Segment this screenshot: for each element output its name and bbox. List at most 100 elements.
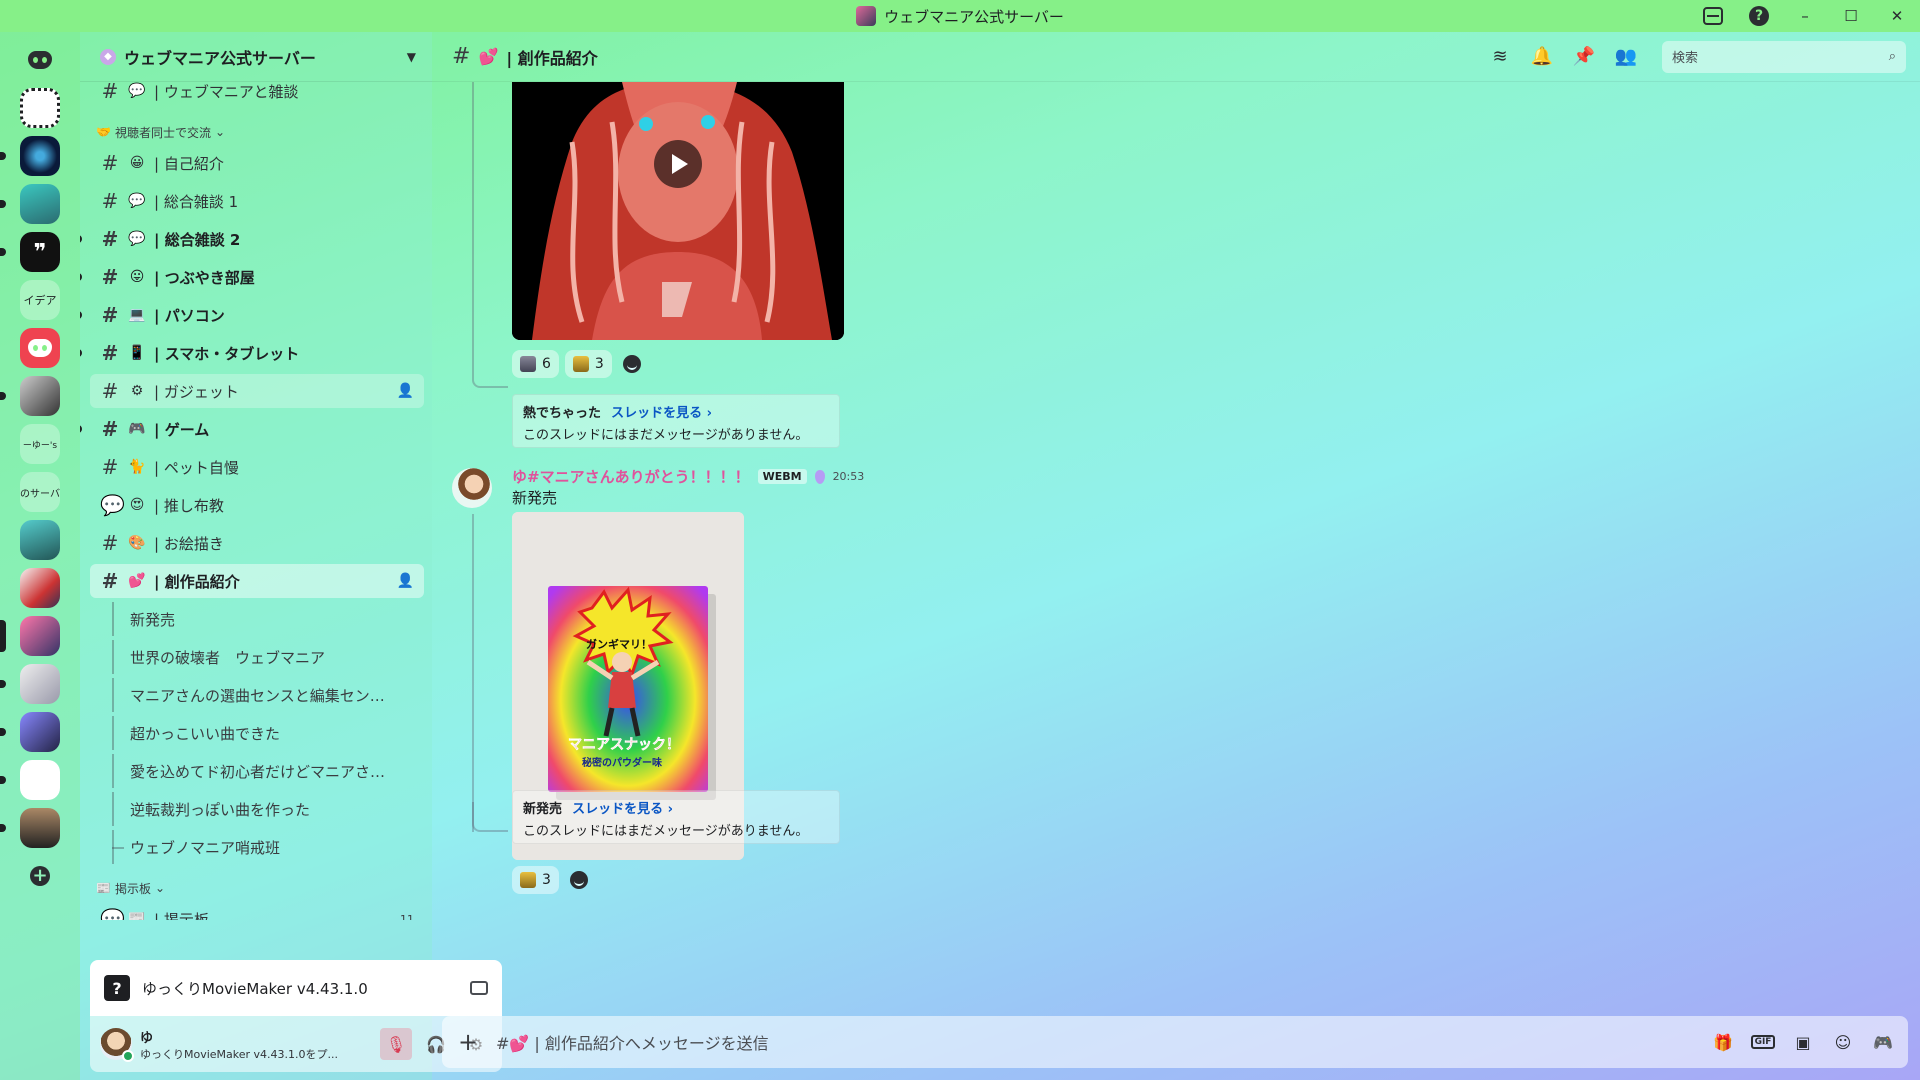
chevron-down-icon: ⌄ bbox=[214, 125, 226, 139]
reaction-emoji-icon bbox=[520, 872, 536, 888]
thread-preview[interactable]: 熱でちゃった スレッドを見る › このスレッドにはまだメッセージがありません。 bbox=[512, 394, 840, 448]
hash-icon: # bbox=[101, 569, 119, 593]
channel-emoji: 💕 bbox=[478, 47, 499, 66]
user-info[interactable]: ゆ ゆっくりMovieMaker v4.43.1.0をプ... bbox=[140, 1027, 372, 1062]
pin-icon[interactable]: 📌 bbox=[1572, 45, 1596, 69]
channel-emoji: 💻 bbox=[128, 307, 146, 323]
video-attachment[interactable] bbox=[512, 82, 844, 340]
reaction-chip[interactable]: 6 bbox=[512, 350, 559, 378]
message-input[interactable]: #💕 | 創作品紹介へメッセージを送信 bbox=[496, 1030, 1696, 1054]
reaction-chip[interactable]: 3 bbox=[564, 350, 612, 378]
add-server-button[interactable]: + bbox=[20, 856, 60, 896]
channel-list: # 💬 | ウェブマニアと雑談 🤝 視聴者同士で交流 ⌄ # 😀 | 自己紹介 … bbox=[80, 82, 432, 920]
channel-pc[interactable]: # 💻 | パソコン bbox=[80, 298, 424, 332]
server-icon-11[interactable] bbox=[20, 568, 60, 608]
bell-icon[interactable]: 🔔 bbox=[1530, 45, 1554, 69]
close-button[interactable]: ✕ bbox=[1874, 0, 1920, 32]
chat-header: # 💕 | 創作品紹介 ≋ 🔔 📌 👥 検索 ⌕ bbox=[432, 32, 1920, 82]
channel-creations[interactable]: # 💕 | 創作品紹介 👤 bbox=[90, 564, 424, 598]
channel-label: | スマホ・タブレット bbox=[154, 344, 300, 363]
server-icon-yuus[interactable]: ーゆー's bbox=[20, 424, 60, 464]
role-tag: WEBM bbox=[757, 469, 807, 484]
server-icon-3[interactable] bbox=[0, 184, 60, 224]
message-author[interactable]: ゆ#マニアさんありがとう！！！！ bbox=[512, 466, 750, 487]
play-button[interactable] bbox=[654, 140, 702, 188]
create-invite-icon[interactable]: 👤 bbox=[397, 573, 414, 589]
chevron-down-icon: ▼ bbox=[406, 49, 416, 64]
handshake-icon: 🤝 bbox=[96, 125, 111, 139]
thread-item[interactable]: 愛を込めてド初心者だけどマニアさ… bbox=[90, 754, 424, 788]
channel-game[interactable]: # 🎮 | ゲーム bbox=[80, 412, 424, 446]
avatar[interactable] bbox=[100, 1028, 134, 1062]
message-composer[interactable]: + #💕 | 創作品紹介へメッセージを送信 🎁 GIF ▣ ☺ 🎮 bbox=[442, 1016, 1908, 1068]
hash-icon: # bbox=[101, 265, 119, 289]
channel-bulletin-board[interactable]: 💬 📰 | 掲示板 11 bbox=[90, 902, 424, 920]
emoji-icon[interactable]: ☺ bbox=[1832, 1031, 1854, 1053]
server-icon-15[interactable] bbox=[0, 760, 60, 800]
channel-webmania-chat[interactable]: # 💬 | ウェブマニアと雑談 bbox=[90, 82, 424, 108]
server-icon-qr[interactable] bbox=[20, 88, 60, 128]
server-icon-16[interactable] bbox=[0, 808, 60, 848]
channel-gadget[interactable]: # ⚙ | ガジェット 👤 bbox=[90, 374, 424, 408]
add-reaction-button[interactable] bbox=[618, 350, 646, 378]
server-icon-2[interactable] bbox=[0, 136, 60, 176]
thread-preview[interactable]: 新発売 スレッドを見る › このスレッドにはまだメッセージがありません。 bbox=[512, 790, 840, 844]
server-icon-10[interactable] bbox=[20, 520, 60, 560]
server-icon-current[interactable] bbox=[0, 616, 60, 656]
add-reaction-button[interactable] bbox=[565, 866, 593, 894]
forum-icon: 💬 bbox=[100, 493, 125, 517]
channel-general-2[interactable]: # 💬 | 総合雑談 2 bbox=[80, 222, 424, 256]
hash-icon: # bbox=[101, 379, 119, 403]
server-icon-discord[interactable] bbox=[20, 328, 60, 368]
channel-pets[interactable]: # 🐈 | ペット自慢 bbox=[90, 450, 424, 484]
reaction-count: 3 bbox=[594, 356, 604, 372]
hash-icon: # bbox=[101, 455, 119, 479]
avatar[interactable] bbox=[452, 468, 492, 508]
create-invite-icon[interactable]: 👤 bbox=[397, 383, 414, 399]
gift-icon[interactable]: 🎁 bbox=[1712, 1031, 1734, 1053]
channel-general-1[interactable]: # 💬 | 総合雑談 1 bbox=[90, 184, 424, 218]
server-icon-idea[interactable]: イデア bbox=[20, 280, 60, 320]
channel-emoji: 📰 bbox=[128, 911, 146, 920]
discord-logo-icon bbox=[28, 51, 52, 69]
channel-tweets[interactable]: # 😛 | つぶやき部屋 bbox=[80, 260, 424, 294]
server-icon-no-server[interactable]: のサーバ bbox=[20, 472, 60, 512]
category-bulletin[interactable]: 📰 掲示板 ⌄ bbox=[90, 874, 424, 902]
channel-oshi[interactable]: 💬 😍 | 推し布教 bbox=[90, 488, 424, 522]
view-thread-link[interactable]: スレッドを見る › bbox=[611, 406, 712, 421]
activities-icon[interactable]: 🎮 bbox=[1872, 1031, 1894, 1053]
thread-item[interactable]: マニアさんの選曲センスと編集セン… bbox=[90, 678, 424, 712]
inbox-icon[interactable] bbox=[1690, 0, 1736, 32]
microphone-muted-icon[interactable]: 🎙 bbox=[380, 1028, 412, 1060]
thread-item[interactable]: ウェブノマニア哨戒班 bbox=[90, 830, 424, 864]
search-input[interactable]: 検索 ⌕ bbox=[1662, 40, 1906, 73]
server-icon-14[interactable] bbox=[0, 712, 60, 752]
category-viewer-exchange[interactable]: 🤝 視聴者同士で交流 ⌄ bbox=[90, 118, 424, 146]
member-list-icon[interactable]: 👥 bbox=[1614, 45, 1638, 69]
server-header[interactable]: ◆ ウェブマニア公式サーバー ▼ bbox=[80, 32, 432, 82]
server-icon-7[interactable] bbox=[0, 376, 60, 416]
sticker-icon[interactable]: ▣ bbox=[1792, 1031, 1814, 1053]
thread-item[interactable]: 超かっこいい曲できた bbox=[90, 716, 424, 750]
channel-label: | 自己紹介 bbox=[154, 154, 224, 173]
server-icon-13[interactable] bbox=[0, 664, 60, 704]
minimize-button[interactable]: – bbox=[1782, 0, 1828, 32]
channel-label: | 掲示板 bbox=[154, 910, 209, 921]
help-icon[interactable]: ? bbox=[1736, 0, 1782, 32]
maximize-button[interactable]: ☐ bbox=[1828, 0, 1874, 32]
reaction-chip[interactable]: 3 bbox=[512, 866, 559, 894]
channel-smartphone[interactable]: # 📱 | スマホ・タブレット bbox=[80, 336, 424, 370]
home-button[interactable] bbox=[20, 40, 60, 80]
thread-item[interactable]: 世界の破壊者 ウェブマニア bbox=[90, 640, 424, 674]
thread-item[interactable]: 逆転裁判っぽい曲を作った bbox=[90, 792, 424, 826]
server-icon-quotes[interactable]: ❞ bbox=[0, 232, 60, 272]
threads-icon[interactable]: ≋ bbox=[1488, 45, 1512, 69]
view-thread-link[interactable]: スレッドを見る › bbox=[572, 802, 673, 817]
channel-drawing[interactable]: # 🎨 | お絵描き bbox=[90, 526, 424, 560]
gif-icon[interactable]: GIF bbox=[1750, 1031, 1776, 1053]
thread-item[interactable]: 新発売 bbox=[90, 602, 424, 636]
channel-self-intro[interactable]: # 😀 | 自己紹介 bbox=[90, 146, 424, 180]
server-boost-icon: ◆ bbox=[100, 48, 116, 65]
upload-plus-icon[interactable]: + bbox=[456, 1028, 480, 1056]
hash-icon: # bbox=[101, 227, 119, 251]
